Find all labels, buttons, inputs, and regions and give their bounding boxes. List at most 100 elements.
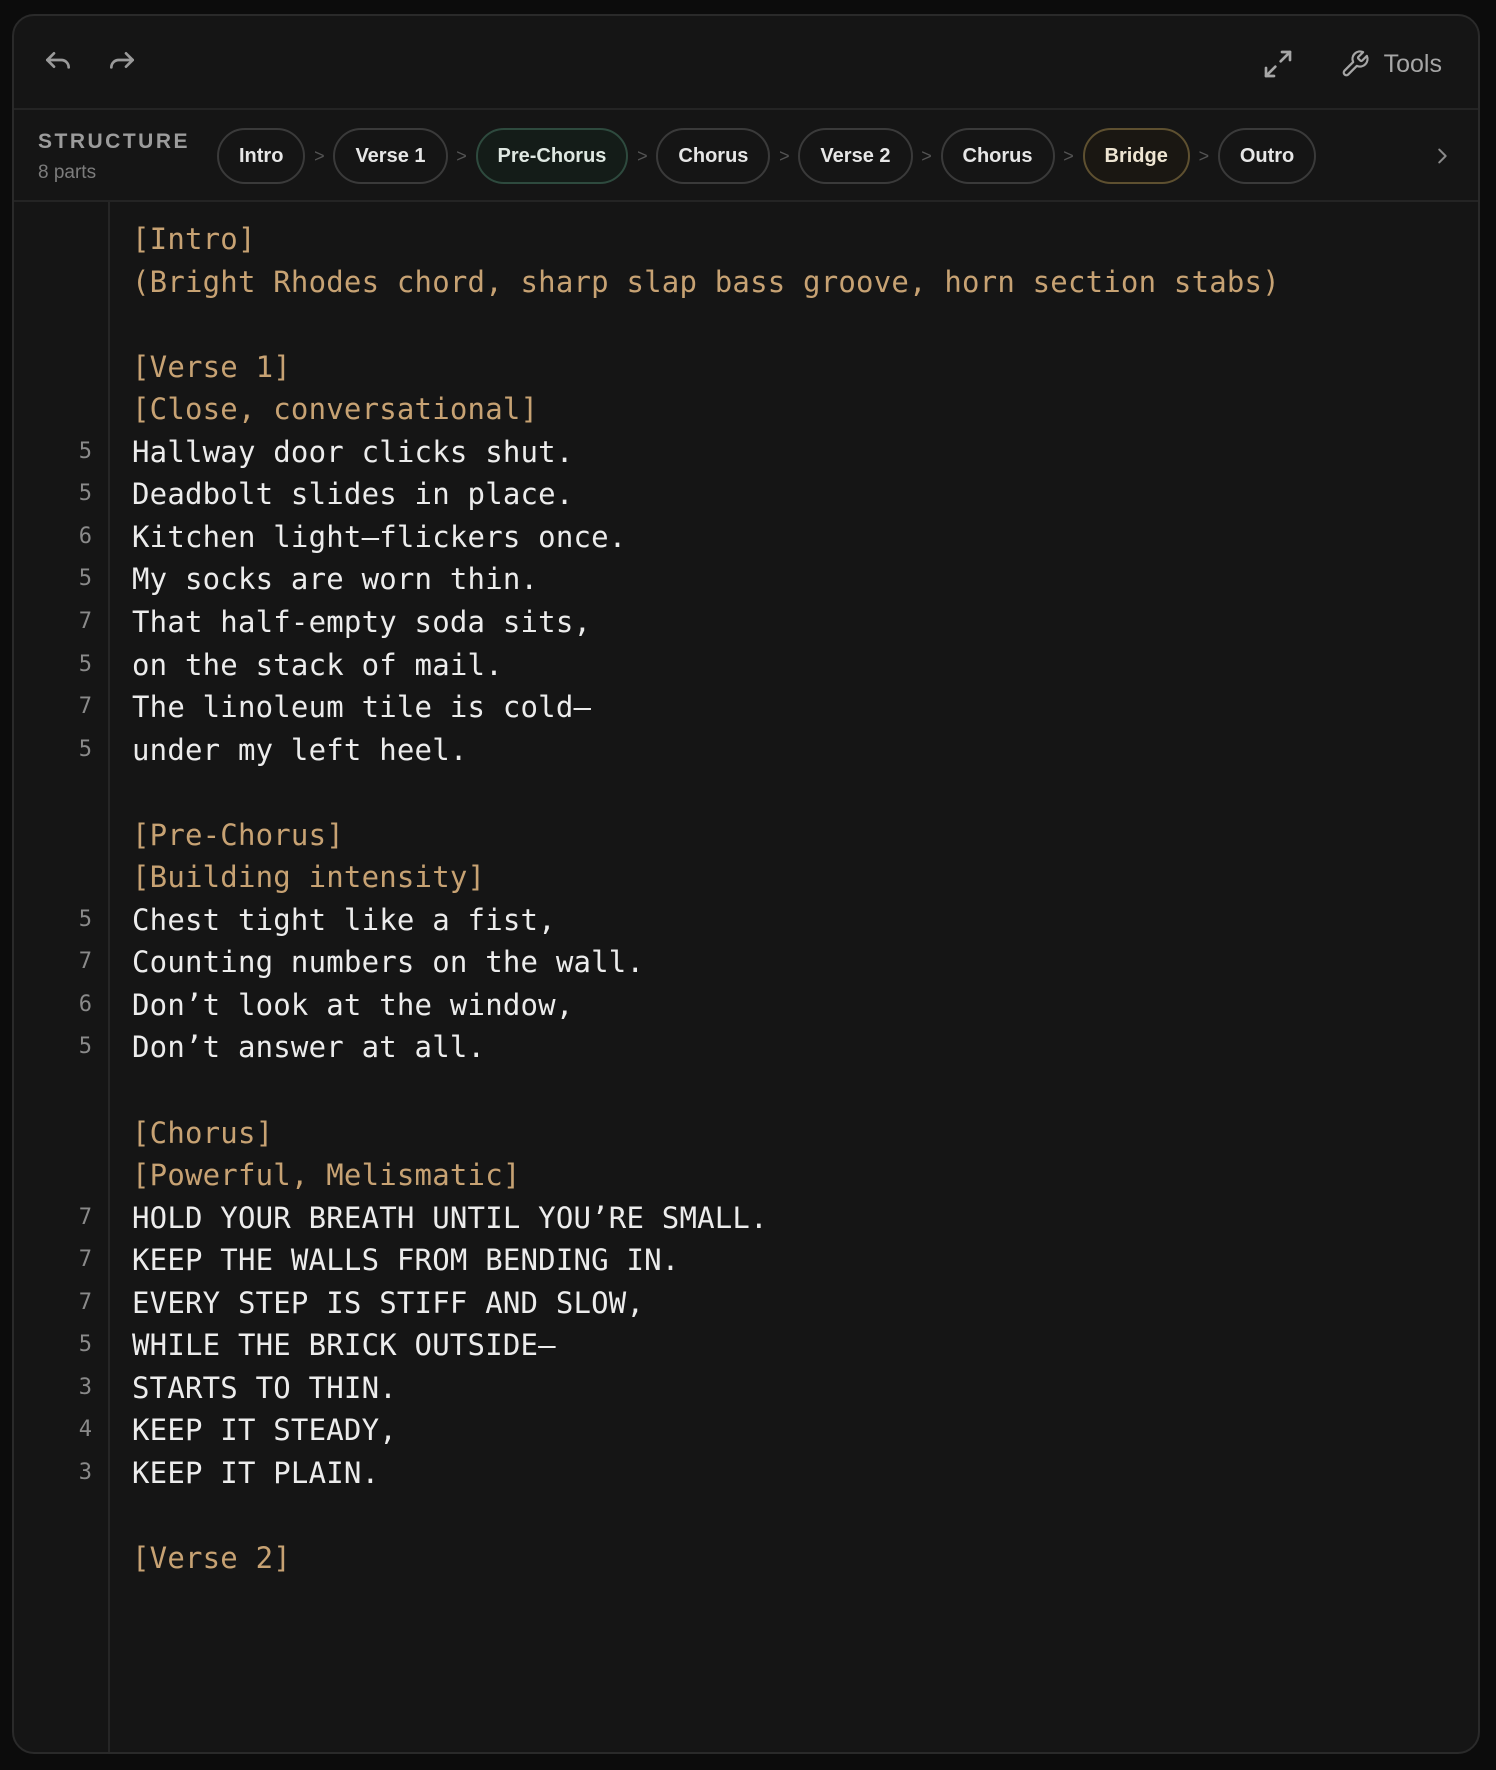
syllable-count: 7	[78, 608, 92, 634]
redo-icon	[110, 52, 134, 69]
lyric-line: 7 That half-empty soda sits,	[14, 601, 1478, 649]
lyric-line: 5 Deadbolt slides in place.	[14, 473, 1478, 521]
lyric-line: 3 STARTS TO THIN.	[14, 1367, 1478, 1415]
lyric-text: Hallway door clicks shut.	[132, 434, 574, 469]
lyric-text: WHILE THE BRICK OUTSIDE—	[132, 1328, 556, 1363]
section-tag-text: (Bright Rhodes chord, sharp slap bass gr…	[132, 264, 1280, 299]
lyric-text: KEEP IT STEADY,	[132, 1413, 397, 1448]
lyric-line: 5 under my left heel.	[14, 729, 1478, 777]
section-tag-line: [Close, conversational]	[14, 388, 1478, 436]
section-tag-line: (Bright Rhodes chord, sharp slap bass gr…	[14, 261, 1478, 309]
syllable-count: 4	[78, 1417, 92, 1443]
lyric-line: 3 KEEP IT PLAIN.	[14, 1452, 1478, 1500]
section-tag-text: [Close, conversational]	[132, 392, 539, 427]
chevron-right-icon	[1438, 148, 1447, 164]
expand-icon	[1264, 50, 1292, 78]
lyric-line: 5 Don’t answer at all.	[14, 1026, 1478, 1074]
section-tag-line: [Pre-Chorus]	[14, 814, 1478, 862]
lyric-text: EVERY STEP IS STIFF AND SLOW,	[132, 1285, 645, 1320]
lyric-line: 7 The linoleum tile is cold—	[14, 686, 1478, 734]
lyric-text: Chest tight like a fist,	[132, 902, 556, 937]
part-separator: >	[1198, 145, 1210, 166]
syllable-count: 7	[78, 1247, 92, 1273]
tools-button[interactable]: Tools	[1340, 42, 1442, 86]
structure-parts: Intro > Verse 1 > Pre-Chorus > Chorus > Verse 2 >…	[217, 128, 1317, 184]
section-tag-text: [Verse 1]	[132, 349, 291, 384]
tools-label: Tools	[1383, 49, 1442, 78]
expand-button[interactable]	[1258, 44, 1298, 84]
lyrics-editor-window: Tools STRUCTURE 8 parts Intro > Verse 1 > Pr…	[12, 14, 1480, 1754]
lyric-text: My socks are worn thin.	[132, 562, 539, 597]
part-chip[interactable]: Outro	[1217, 128, 1317, 184]
syllable-count: 6	[78, 523, 92, 549]
lyric-line: 7 Counting numbers on the wall.	[14, 941, 1478, 989]
section-tag-line: [Powerful, Melismatic]	[14, 1154, 1478, 1202]
structure-bar: STRUCTURE 8 parts Intro > Verse 1 > Pre-Chor…	[14, 108, 1478, 202]
part-separator: >	[456, 145, 467, 166]
lyrics-editor[interactable]: [Intro] (Bright Rhodes chord, sharp slap …	[14, 202, 1478, 1752]
lyric-line: 5 WHILE THE BRICK OUTSIDE—	[14, 1324, 1478, 1372]
section-tag-line: [Verse 2]	[14, 1537, 1478, 1585]
syllable-count: 5	[78, 481, 92, 507]
lyric-line: 7 KEEP THE WALLS FROM BENDING IN.	[14, 1239, 1478, 1287]
scroll-parts-right-button[interactable]	[1422, 134, 1462, 178]
undo-icon	[46, 52, 70, 69]
lyric-text: under my left heel.	[132, 732, 468, 767]
part-chip[interactable]: Verse 1	[333, 128, 448, 184]
part-separator: >	[921, 145, 932, 166]
section-tag-line: [Building intensity]	[14, 856, 1478, 904]
lyric-text: on the stack of mail.	[132, 647, 503, 682]
section-tag-line: [Intro]	[14, 218, 1478, 266]
structure-title: STRUCTURE	[38, 130, 190, 153]
syllable-count: 7	[78, 1289, 92, 1315]
section-tag-text: [Intro]	[132, 222, 256, 256]
lyric-text: Deadbolt slides in place.	[132, 477, 574, 512]
part-chip[interactable]: Chorus	[940, 128, 1055, 184]
lyric-text: Don’t answer at all.	[132, 1030, 486, 1065]
part-chip[interactable]: Intro	[217, 128, 306, 184]
part-separator: >	[637, 145, 648, 166]
lyric-line: 7 HOLD YOUR BREATH UNTIL YOU’RE SMALL.	[14, 1197, 1478, 1245]
lyric-line: 5 My socks are worn thin.	[14, 558, 1478, 606]
structure-summary: STRUCTURE 8 parts	[38, 130, 190, 184]
lyric-text: Kitchen light—flickers once.	[132, 519, 627, 554]
lyric-text: STARTS TO THIN.	[132, 1370, 397, 1405]
lyric-text: The linoleum tile is cold—	[132, 690, 592, 725]
lyric-line: 5 on the stack of mail.	[14, 644, 1478, 692]
lyric-text: KEEP THE WALLS FROM BENDING IN.	[132, 1243, 680, 1278]
syllable-count: 5	[78, 736, 92, 762]
section-tag-text: [Chorus]	[132, 1115, 274, 1150]
part-chip[interactable]: Bridge	[1082, 128, 1190, 184]
lyric-text: Counting numbers on the wall.	[132, 945, 645, 980]
syllable-count: 5	[78, 906, 92, 932]
syllable-count: 3	[78, 1459, 92, 1485]
part-separator: >	[1063, 145, 1074, 166]
lyric-text: KEEP IT PLAIN.	[132, 1455, 380, 1490]
lyric-line: 7 EVERY STEP IS STIFF AND SLOW,	[14, 1282, 1478, 1330]
syllable-count: 7	[78, 1204, 92, 1230]
redo-button[interactable]	[102, 44, 142, 84]
lyric-text: Don’t look at the window,	[132, 987, 574, 1022]
section-tag-line: [Chorus]	[14, 1112, 1478, 1160]
section-tag-text: [Pre-Chorus]	[132, 817, 344, 852]
lyric-line: 5 Chest tight like a fist,	[14, 899, 1478, 947]
syllable-count: 6	[78, 991, 92, 1017]
syllable-count: 5	[78, 1034, 92, 1060]
section-tag-text: [Building intensity]	[132, 860, 486, 895]
syllable-count: 5	[78, 651, 92, 677]
lyric-line: 5 Hallway door clicks shut.	[14, 431, 1478, 479]
part-chip[interactable]: Verse 2	[798, 128, 913, 184]
lyric-line: 4 KEEP IT STEADY,	[14, 1409, 1478, 1457]
section-tag-text: [Powerful, Melismatic]	[132, 1158, 521, 1193]
lyric-line: 6 Kitchen light—flickers once.	[14, 516, 1478, 564]
part-chip[interactable]: Chorus	[656, 128, 771, 184]
undo-button[interactable]	[38, 44, 78, 84]
part-chip[interactable]: Pre-Chorus	[475, 128, 629, 184]
part-separator: >	[779, 145, 790, 166]
lyric-line: 6 Don’t look at the window,	[14, 984, 1478, 1032]
structure-part-count: 8 parts	[38, 162, 97, 183]
